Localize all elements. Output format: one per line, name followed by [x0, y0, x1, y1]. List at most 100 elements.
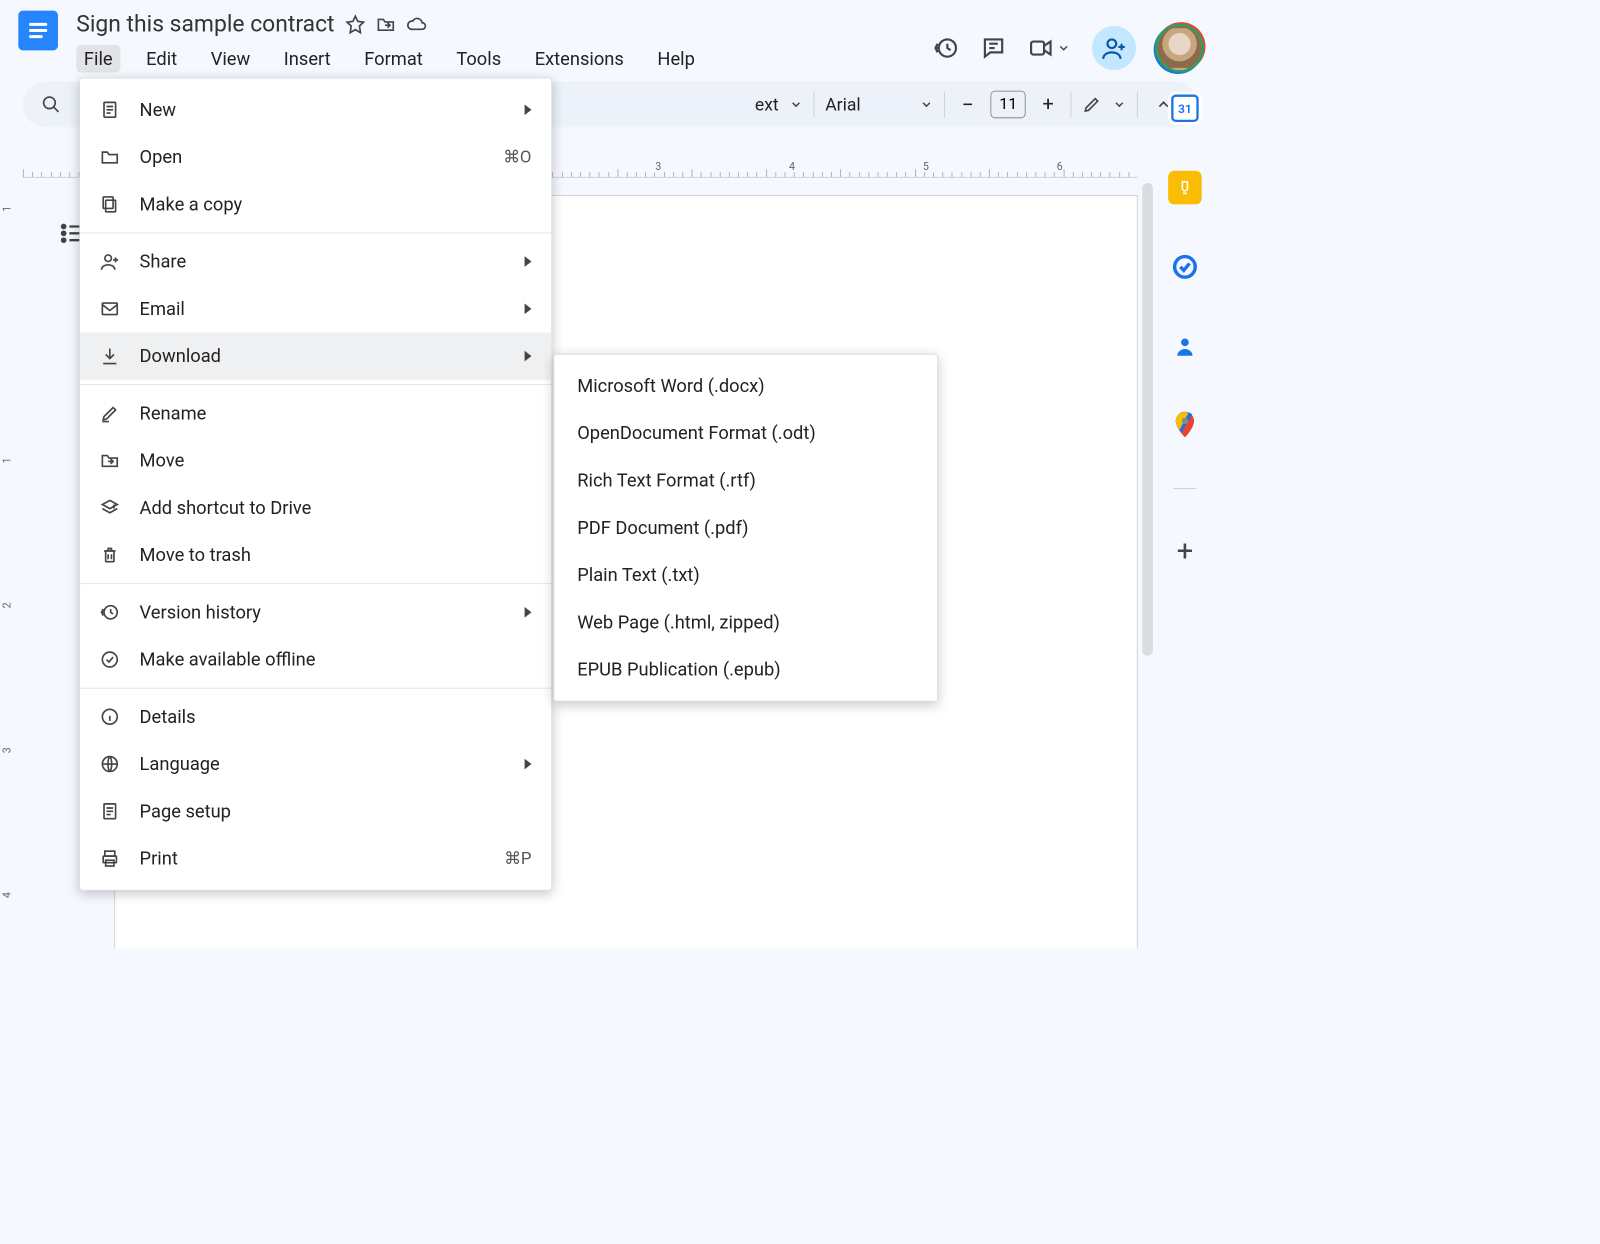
- submenu-item-microsoft-word-docx[interactable]: Microsoft Word (.docx): [554, 362, 937, 409]
- submenu-item-label: PDF Document (.pdf): [577, 517, 748, 538]
- ruler-number: 4: [789, 161, 795, 173]
- font-selector[interactable]: Arial: [825, 94, 909, 115]
- menu-shortcut: ⌘P: [504, 849, 531, 868]
- move-to-folder-icon[interactable]: [376, 14, 396, 34]
- account-avatar[interactable]: [1157, 26, 1201, 70]
- search-icon[interactable]: [41, 95, 61, 115]
- submenu-item-rich-text-format-rtf[interactable]: Rich Text Format (.rtf): [554, 457, 937, 504]
- ruler-vertical[interactable]: 11234: [5, 178, 24, 948]
- rename-icon: [100, 403, 120, 423]
- menu-item-label: Rename: [140, 403, 207, 424]
- submenu-item-label: EPUB Publication (.epub): [577, 659, 780, 680]
- submenu-item-plain-text-txt[interactable]: Plain Text (.txt): [554, 551, 937, 598]
- info-icon: [100, 707, 120, 727]
- menubar: File Edit View Insert Format Tools Extensions H…: [76, 37, 933, 81]
- menu-item-version-history[interactable]: Version history: [80, 589, 551, 636]
- tasks-app-icon[interactable]: [1168, 250, 1202, 284]
- contacts-app-icon[interactable]: [1168, 329, 1202, 363]
- menu-item-rename[interactable]: Rename: [80, 390, 551, 437]
- menubar-item-help[interactable]: Help: [650, 45, 703, 72]
- document-title[interactable]: Sign this sample contract: [76, 11, 334, 38]
- submenu-item-epub-publication-epub[interactable]: EPUB Publication (.epub): [554, 646, 937, 693]
- comments-icon[interactable]: [981, 35, 1007, 61]
- vertical-scrollbar[interactable]: [1142, 183, 1153, 656]
- chevron-down-icon[interactable]: [1112, 98, 1126, 112]
- submenu-item-pdf-document-pdf[interactable]: PDF Document (.pdf): [554, 504, 937, 551]
- chevron-down-icon[interactable]: [789, 98, 803, 112]
- menu-item-language[interactable]: Language: [80, 740, 551, 787]
- menu-item-add-shortcut-to-drive[interactable]: Add shortcut to Drive: [80, 484, 551, 531]
- font-size-input[interactable]: 11: [991, 91, 1026, 118]
- mail-icon: [100, 299, 120, 319]
- menu-separator: [80, 583, 551, 584]
- menu-item-label: Make available offline: [140, 649, 316, 670]
- shortcut-icon: [100, 498, 120, 518]
- menubar-item-file[interactable]: File: [76, 45, 120, 72]
- menu-item-label: Details: [140, 706, 196, 727]
- menu-item-label: Open: [140, 146, 183, 167]
- submenu-arrow-icon: [525, 607, 532, 618]
- menubar-item-tools[interactable]: Tools: [449, 45, 509, 72]
- menubar-item-insert[interactable]: Insert: [276, 45, 338, 72]
- calendar-app-icon[interactable]: 31: [1168, 92, 1202, 126]
- menu-item-open[interactable]: Open ⌘O: [80, 133, 551, 180]
- side-panel: 31 +: [1159, 92, 1211, 569]
- chevron-down-icon[interactable]: [920, 98, 934, 112]
- menu-item-share[interactable]: Share: [80, 238, 551, 285]
- menu-item-download[interactable]: Download: [80, 332, 551, 379]
- menu-item-page-setup[interactable]: Page setup: [80, 788, 551, 835]
- font-size-decrement[interactable]: −: [956, 92, 980, 117]
- menu-item-new[interactable]: New: [80, 86, 551, 133]
- meet-button[interactable]: [1028, 35, 1071, 61]
- ruler-number: 2: [1, 602, 13, 608]
- share-button[interactable]: [1092, 26, 1136, 70]
- header-actions: [933, 11, 1201, 70]
- download-submenu: Microsoft Word (.docx) OpenDocument Forma…: [554, 354, 938, 702]
- download-icon: [100, 346, 120, 366]
- menu-item-label: Make a copy: [140, 194, 243, 215]
- menu-item-label: Add shortcut to Drive: [140, 497, 312, 518]
- page-icon: [100, 100, 120, 120]
- maps-app-icon[interactable]: [1168, 409, 1202, 443]
- move-icon: [100, 451, 120, 471]
- submenu-item-web-page-html-zipped[interactable]: Web Page (.html, zipped): [554, 599, 937, 646]
- menu-item-make-a-copy[interactable]: Make a copy: [80, 181, 551, 228]
- get-addons-button[interactable]: +: [1168, 535, 1202, 569]
- menubar-item-format[interactable]: Format: [357, 45, 431, 72]
- menu-item-label: Version history: [140, 602, 261, 623]
- menu-item-move-to-trash[interactable]: Move to trash: [80, 531, 551, 578]
- divider: [1173, 488, 1196, 489]
- divider: [1137, 92, 1138, 118]
- submenu-item-opendocument-format-odt[interactable]: OpenDocument Format (.odt): [554, 409, 937, 456]
- styles-selector-label[interactable]: ext: [755, 94, 779, 115]
- menubar-item-extensions[interactable]: Extensions: [527, 45, 631, 72]
- submenu-item-label: Microsoft Word (.docx): [577, 375, 764, 396]
- page-icon: [100, 801, 120, 821]
- font-size-increment[interactable]: +: [1036, 93, 1059, 116]
- submenu-item-label: Rich Text Format (.rtf): [577, 470, 756, 491]
- menu-item-label: Move to trash: [140, 544, 251, 565]
- menubar-item-edit[interactable]: Edit: [139, 45, 185, 72]
- menu-item-print[interactable]: Print⌘P: [80, 835, 551, 882]
- menu-item-email[interactable]: Email: [80, 285, 551, 332]
- star-icon[interactable]: [345, 14, 365, 34]
- chevron-down-icon: [1057, 41, 1071, 55]
- submenu-item-label: Web Page (.html, zipped): [577, 612, 780, 633]
- edit-mode-icon[interactable]: [1082, 95, 1102, 115]
- menu-item-move[interactable]: Move: [80, 437, 551, 484]
- menu-item-make-available-offline[interactable]: Make available offline: [80, 636, 551, 683]
- menu-separator: [80, 233, 551, 234]
- menu-separator: [80, 384, 551, 385]
- menu-item-details[interactable]: Details: [80, 693, 551, 740]
- menu-item-label: Share: [140, 251, 187, 272]
- submenu-arrow-icon: [525, 104, 532, 115]
- offline-icon: [100, 650, 120, 670]
- history-icon[interactable]: [933, 35, 959, 61]
- copy-icon: [100, 194, 120, 214]
- menubar-item-view[interactable]: View: [203, 45, 258, 72]
- keep-app-icon[interactable]: [1168, 171, 1202, 205]
- docs-logo-icon[interactable]: [18, 11, 58, 51]
- menu-shortcut: ⌘O: [503, 148, 531, 167]
- cloud-saved-icon[interactable]: [406, 14, 426, 34]
- trash-icon: [100, 545, 120, 565]
